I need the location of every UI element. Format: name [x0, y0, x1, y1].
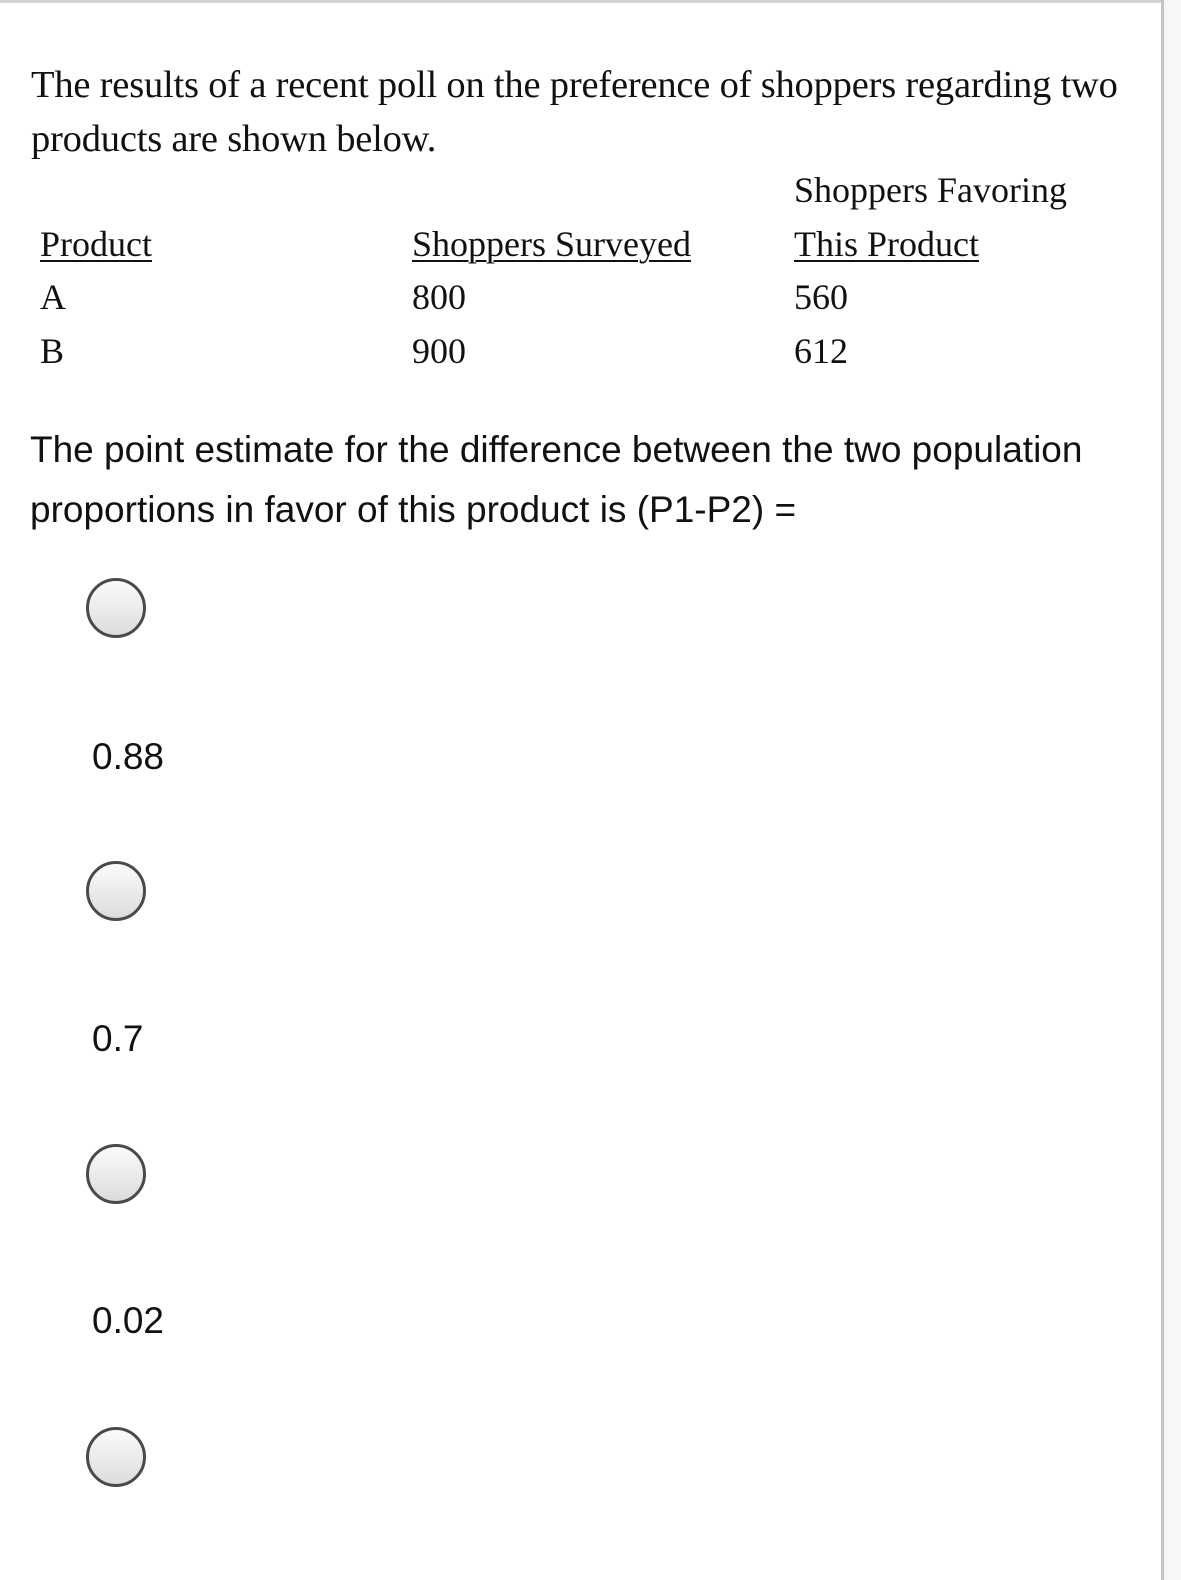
question-text: The point estimate for the difference be…: [30, 429, 1083, 530]
option-label[interactable]: 0.02: [92, 1299, 164, 1343]
header-surveyed: Shoppers Surveyed: [412, 224, 691, 264]
cell-surveyed: 900: [412, 331, 466, 371]
cell-surveyed: 800: [412, 277, 466, 317]
right-margin: [1164, 0, 1181, 1580]
cell-product: A: [40, 277, 66, 317]
radio-button[interactable]: [86, 1144, 146, 1204]
radio-button[interactable]: [86, 578, 146, 638]
radio-button[interactable]: [86, 861, 146, 921]
radio-button[interactable]: [86, 1427, 146, 1487]
header-favoring-line1: Shoppers Favoring: [794, 170, 1067, 210]
top-border: [0, 0, 1181, 3]
cell-product: B: [40, 331, 65, 371]
header-favoring-line2: This Product: [794, 224, 979, 264]
option-label[interactable]: 0.88: [92, 735, 164, 779]
cell-favoring: 612: [794, 331, 848, 371]
option-label[interactable]: 0.7: [92, 1017, 143, 1061]
right-border: [1161, 0, 1164, 1580]
intro-text: The results of a recent poll on the pref…: [31, 64, 1118, 160]
header-product: Product: [40, 224, 152, 264]
cell-favoring: 560: [794, 277, 848, 317]
